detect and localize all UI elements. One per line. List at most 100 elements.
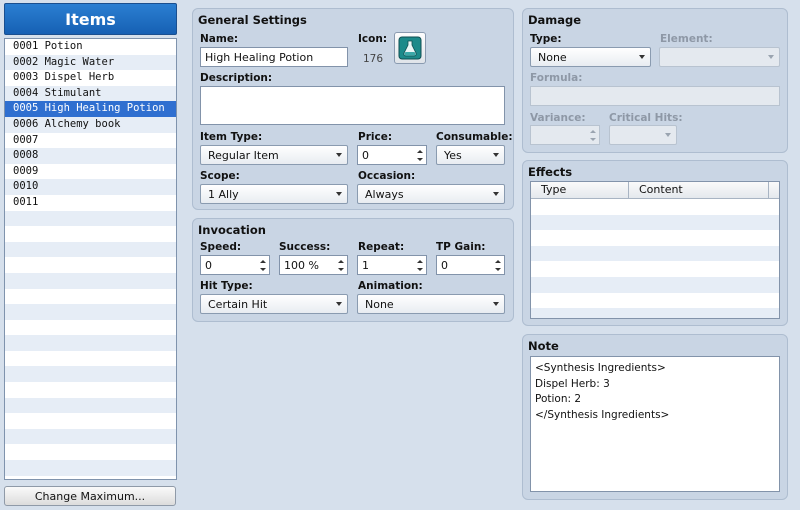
damage-type-select[interactable]: None: [530, 47, 651, 67]
animation-select[interactable]: None: [357, 294, 505, 314]
note-textarea[interactable]: <Synthesis Ingredients> Dispel Herb: 3 P…: [530, 356, 780, 492]
list-item[interactable]: 0002 Magic Water: [5, 54, 176, 71]
table-row[interactable]: [531, 293, 779, 309]
occasion-value: Always: [365, 187, 404, 201]
spin-arrows-icon[interactable]: [259, 257, 267, 273]
hit-type-value: Certain Hit: [208, 297, 268, 311]
column-header-content[interactable]: Content: [629, 182, 769, 198]
hit-type-label: Hit Type:: [200, 280, 253, 292]
chevron-down-icon: [665, 133, 671, 137]
list-item[interactable]: 0008: [5, 148, 176, 164]
list-item[interactable]: 0003 Dispel Herb: [5, 70, 176, 86]
list-item-empty[interactable]: [5, 320, 176, 336]
column-header-type[interactable]: Type: [531, 182, 629, 198]
item-type-value: Regular Item: [208, 148, 279, 162]
success-stepper[interactable]: 100 %: [279, 255, 348, 275]
critical-hits-select[interactable]: [609, 125, 677, 145]
table-row[interactable]: [531, 261, 779, 277]
chevron-down-icon: [768, 55, 774, 59]
repeat-stepper[interactable]: 1: [357, 255, 427, 275]
price-stepper[interactable]: 0: [357, 145, 427, 165]
list-item[interactable]: 0007: [5, 133, 176, 149]
item-type-label: Item Type:: [200, 131, 263, 143]
description-textarea[interactable]: [200, 86, 505, 125]
list-item-empty[interactable]: [5, 289, 176, 305]
success-label: Success:: [279, 241, 331, 253]
scope-label: Scope:: [200, 170, 240, 182]
list-item-empty[interactable]: [5, 460, 176, 476]
list-item-empty[interactable]: [5, 444, 176, 460]
effects-table[interactable]: Type Content: [530, 181, 780, 319]
effects-table-header: Type Content: [531, 182, 779, 199]
table-row[interactable]: [531, 308, 779, 318]
list-item-empty[interactable]: [5, 397, 176, 414]
icon-index: 176: [363, 53, 384, 65]
spin-arrows-icon[interactable]: [337, 257, 345, 273]
chevron-down-icon: [336, 153, 342, 157]
tp-gain-stepper[interactable]: 0: [436, 255, 505, 275]
list-item[interactable]: 0006 Alchemy book: [5, 116, 176, 133]
list-item-empty[interactable]: [5, 351, 176, 367]
occasion-label: Occasion:: [358, 170, 416, 182]
list-item[interactable]: 0004 Stimulant: [5, 85, 176, 102]
items-list[interactable]: 0001 Potion 0002 Magic Water 0003 Dispel…: [4, 38, 177, 480]
occasion-select[interactable]: Always: [357, 184, 505, 204]
list-item-empty[interactable]: [5, 241, 176, 258]
consumable-select[interactable]: Yes: [436, 145, 505, 165]
list-item-empty[interactable]: [5, 272, 176, 289]
scope-select[interactable]: 1 Ally: [200, 184, 348, 204]
note-title: Note: [528, 339, 559, 353]
spin-arrows-icon[interactable]: [416, 147, 424, 163]
element-select[interactable]: [659, 47, 780, 67]
price-label: Price:: [358, 131, 393, 143]
potion-flask-icon: [398, 36, 422, 60]
icon-picker-button[interactable]: [394, 32, 426, 64]
list-item[interactable]: 0010: [5, 179, 176, 195]
damage-title: Damage: [528, 13, 582, 27]
damage-type-label: Type:: [530, 33, 562, 45]
note-text: <Synthesis Ingredients> Dispel Herb: 3 P…: [535, 362, 670, 421]
variance-stepper[interactable]: [530, 125, 600, 145]
list-item-empty[interactable]: [5, 257, 176, 273]
critical-hits-label: Critical Hits:: [609, 112, 683, 124]
icon-label: Icon:: [358, 33, 388, 45]
formula-input[interactable]: [530, 86, 780, 106]
list-item-empty[interactable]: [5, 366, 176, 383]
element-label: Element:: [660, 33, 713, 45]
list-item[interactable]: 0001 Potion: [5, 39, 176, 55]
table-row[interactable]: [531, 199, 779, 215]
repeat-label: Repeat:: [358, 241, 405, 253]
list-item-empty[interactable]: [5, 210, 176, 227]
chevron-down-icon: [336, 302, 342, 306]
table-row[interactable]: [531, 214, 779, 231]
name-input[interactable]: High Healing Potion: [200, 47, 348, 67]
list-item[interactable]: 0009: [5, 164, 176, 180]
items-list-title: Items: [4, 3, 177, 35]
table-row[interactable]: [531, 276, 779, 293]
spin-arrows-icon[interactable]: [494, 257, 502, 273]
chevron-down-icon: [639, 55, 645, 59]
effects-table-body[interactable]: [531, 199, 779, 318]
table-row[interactable]: [531, 245, 779, 262]
scope-value: 1 Ally: [208, 187, 239, 201]
tp-gain-label: TP Gain:: [436, 241, 486, 253]
speed-stepper[interactable]: 0: [200, 255, 270, 275]
list-item-empty[interactable]: [5, 413, 176, 429]
table-row[interactable]: [531, 230, 779, 246]
change-maximum-button[interactable]: Change Maximum...: [4, 486, 176, 506]
spin-arrows-icon[interactable]: [416, 257, 424, 273]
list-item[interactable]: 0011: [5, 195, 176, 211]
list-item-empty[interactable]: [5, 382, 176, 398]
list-item-empty[interactable]: [5, 428, 176, 445]
list-item-empty[interactable]: [5, 335, 176, 351]
list-item-empty[interactable]: [5, 304, 176, 320]
formula-label: Formula:: [530, 72, 583, 84]
effects-title: Effects: [528, 165, 573, 179]
list-item-selected[interactable]: 0005 High Healing Potion: [5, 101, 176, 117]
spin-arrows-icon[interactable]: [589, 127, 597, 143]
description-label: Description:: [200, 72, 273, 84]
list-item-empty[interactable]: [5, 226, 176, 242]
item-type-select[interactable]: Regular Item: [200, 145, 348, 165]
hit-type-select[interactable]: Certain Hit: [200, 294, 348, 314]
price-value: 0: [362, 148, 369, 162]
